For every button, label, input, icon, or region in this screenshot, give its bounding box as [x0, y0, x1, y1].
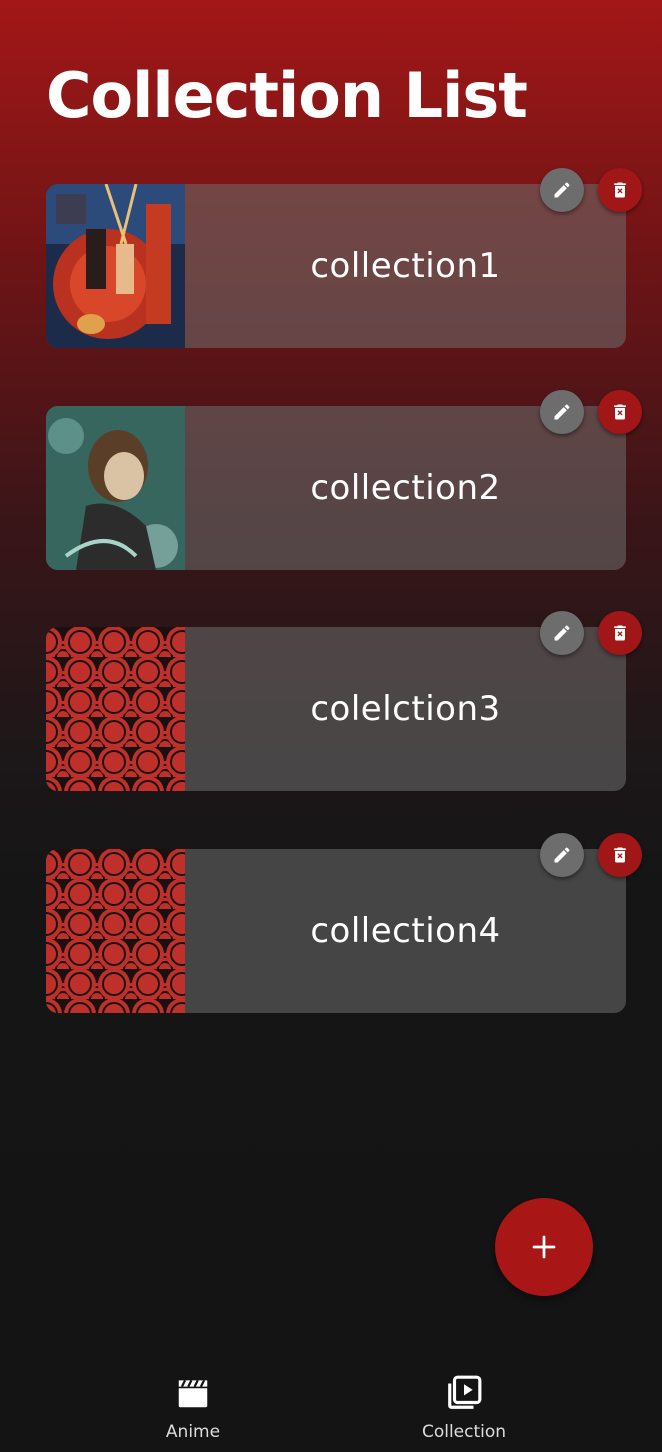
edit-button[interactable]: [540, 168, 584, 212]
nav-label: Collection: [421, 1422, 507, 1442]
trash-icon: [614, 182, 626, 198]
trash-icon: [614, 404, 626, 420]
collection-card[interactable]: collection1: [46, 168, 642, 348]
edit-button[interactable]: [540, 390, 584, 434]
delete-button[interactable]: [598, 611, 642, 655]
trash-icon: [614, 625, 626, 641]
trash-icon: [614, 847, 626, 863]
collection-thumbnail: [46, 627, 185, 791]
nav-label: Anime: [165, 1422, 221, 1442]
collection-thumbnail: [46, 184, 185, 348]
video-library-icon: [448, 1375, 482, 1409]
pencil-icon: [554, 182, 570, 198]
clapperboard-icon: [178, 1379, 208, 1408]
add-collection-button[interactable]: [495, 1198, 593, 1296]
pencil-icon: [554, 404, 570, 420]
bottom-nav: Anime Collection: [0, 1340, 662, 1452]
edit-button[interactable]: [540, 611, 584, 655]
delete-button[interactable]: [598, 833, 642, 877]
nav-item-collection[interactable]: Collection: [384, 1374, 544, 1442]
collection-card[interactable]: collection4: [46, 833, 642, 1013]
collection-thumbnail: [46, 849, 185, 1013]
delete-button[interactable]: [598, 390, 642, 434]
delete-button[interactable]: [598, 168, 642, 212]
nav-item-anime[interactable]: Anime: [113, 1374, 273, 1442]
plus-icon: [532, 1235, 556, 1259]
collection-card[interactable]: collection2: [46, 390, 642, 570]
pencil-icon: [554, 625, 570, 641]
edit-button[interactable]: [540, 833, 584, 877]
pencil-icon: [554, 847, 570, 863]
collection-thumbnail: [46, 406, 185, 570]
page-title: Collection List: [46, 59, 528, 132]
collection-card[interactable]: colelction3: [46, 611, 642, 791]
